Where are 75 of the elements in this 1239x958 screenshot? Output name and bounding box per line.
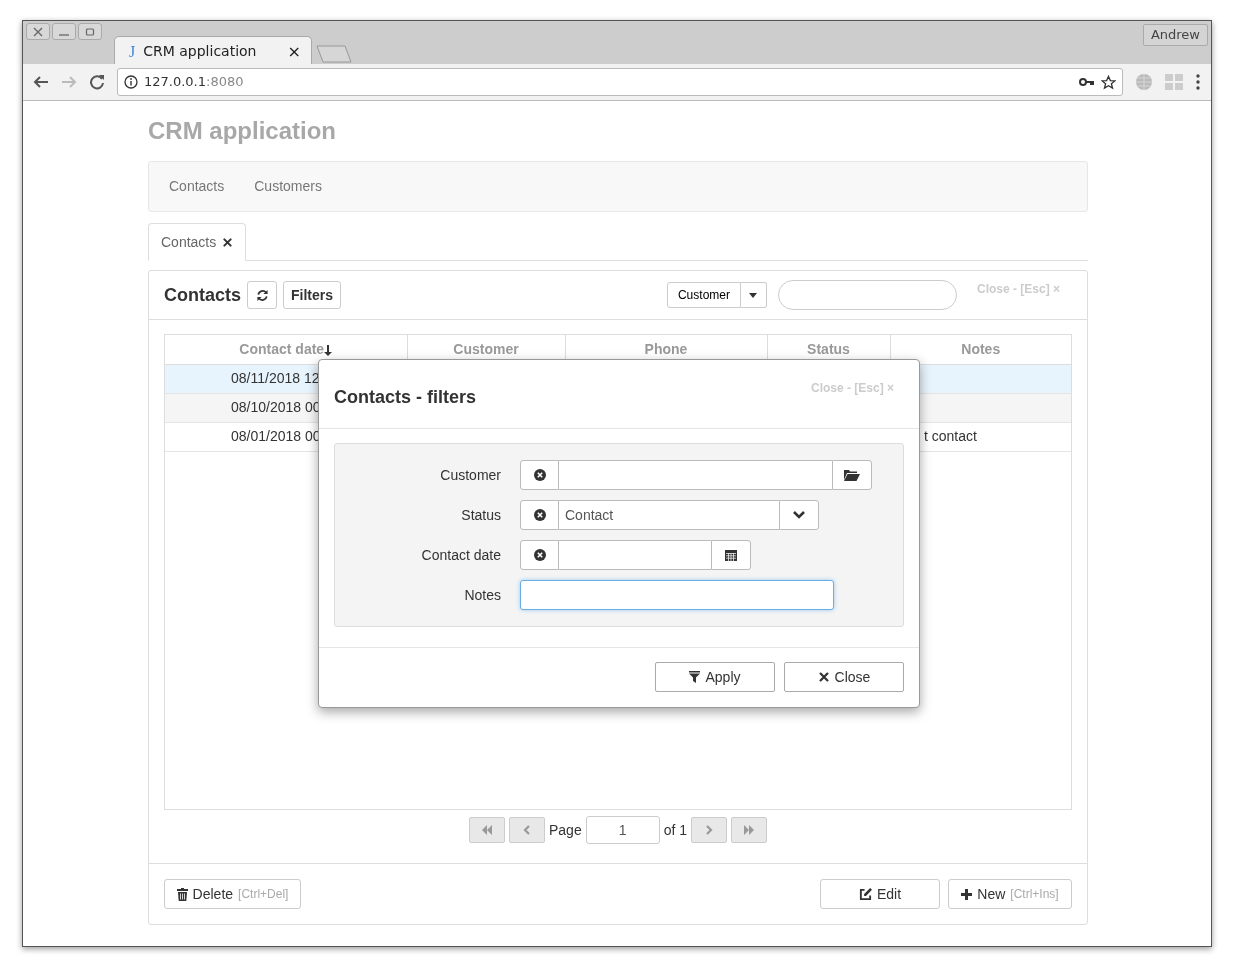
- clear-icon: [532, 548, 547, 562]
- caret-icon: [749, 292, 758, 298]
- page-label: Page: [548, 820, 582, 840]
- delete-button[interactable]: Delete [Ctrl+Del]: [164, 879, 301, 909]
- clear-icon: [532, 508, 547, 522]
- input-field[interactable]: Contact: [559, 500, 779, 530]
- address-bar[interactable]: 127.0.0.1:8080: [117, 68, 1123, 96]
- field-label: Contact date: [420, 545, 501, 565]
- chevron-down-icon: [793, 511, 805, 519]
- menu-icon[interactable]: [1195, 74, 1201, 90]
- tab-title: CRM application: [143, 42, 257, 61]
- trash-icon: [176, 887, 188, 901]
- panel-title: Contacts: [164, 283, 241, 307]
- close-icon: [33, 26, 43, 37]
- close-button[interactable]: Close: [784, 662, 904, 692]
- nav-link[interactable]: Contacts: [169, 176, 225, 197]
- edit-button[interactable]: Edit: [820, 879, 940, 909]
- filters-button[interactable]: Filters: [283, 281, 342, 309]
- window-minimize-button[interactable]: [52, 23, 76, 40]
- favicon: J: [129, 41, 136, 62]
- field-label: Customer: [439, 465, 501, 485]
- folder-icon: [844, 469, 860, 481]
- modal-title: Contacts - filters: [334, 386, 477, 409]
- key-icon[interactable]: [1079, 76, 1095, 88]
- refresh-button[interactable]: [247, 281, 277, 309]
- calendar-button[interactable]: [711, 540, 751, 570]
- first-page-button[interactable]: [468, 817, 505, 843]
- close-icon[interactable]: [222, 236, 234, 248]
- refresh-icon: [255, 288, 269, 302]
- filter-icon: [689, 671, 701, 683]
- last-page-button[interactable]: [731, 817, 768, 843]
- app-title: CRM application: [148, 116, 337, 146]
- first-page-icon: [480, 825, 493, 835]
- clear-button[interactable]: [520, 460, 559, 490]
- star-icon[interactable]: [1101, 74, 1116, 90]
- plus-icon: [961, 888, 973, 900]
- input-field[interactable]: [559, 460, 832, 490]
- reload-icon[interactable]: [89, 74, 105, 90]
- minimize-icon: [59, 34, 69, 36]
- info-icon: [124, 75, 138, 89]
- new-button[interactable]: New [Ctrl+Ins]: [948, 879, 1072, 909]
- clear-button[interactable]: [520, 540, 559, 570]
- calendar-icon: [725, 549, 737, 561]
- previous-page-button[interactable]: [508, 817, 545, 843]
- last-page-icon: [743, 825, 756, 835]
- search-scope-button[interactable]: Customer: [666, 282, 741, 308]
- edit-icon: [858, 887, 872, 901]
- browser-tab[interactable]: J CRM application ×: [114, 36, 312, 66]
- clear-button[interactable]: [520, 500, 559, 530]
- maximize-icon: [85, 26, 95, 37]
- next-page-button[interactable]: [691, 817, 728, 843]
- content-tab[interactable]: Contacts: [148, 223, 247, 261]
- dropdown-toggle-button[interactable]: [740, 282, 767, 308]
- apply-button[interactable]: Apply: [655, 662, 775, 692]
- dropdown-button[interactable]: [779, 500, 819, 530]
- page-number-field[interactable]: 1: [585, 816, 660, 844]
- input-field[interactable]: [520, 580, 834, 610]
- back-icon[interactable]: [33, 74, 49, 90]
- search-field[interactable]: [777, 280, 957, 310]
- window-close-button[interactable]: [26, 23, 50, 40]
- nav-link[interactable]: Customers: [254, 176, 322, 197]
- window-maximize-button[interactable]: [78, 23, 102, 40]
- clear-icon: [532, 468, 547, 482]
- field-label: Status: [460, 505, 501, 525]
- field-label: Notes: [463, 585, 501, 605]
- sort-descending-icon: [324, 344, 333, 356]
- table-cell: t contact: [924, 428, 977, 444]
- url-text: 127.0.0.1:8080: [144, 73, 244, 92]
- profile-name[interactable]: Andrew: [1142, 24, 1208, 46]
- close-icon: [817, 671, 830, 683]
- table-cell: 08/11/2018 12: [231, 370, 320, 386]
- tab-close-button[interactable]: ×: [287, 39, 301, 64]
- browse-button[interactable]: [832, 460, 872, 490]
- page-count: of 1: [663, 820, 688, 840]
- input-field[interactable]: [559, 540, 711, 570]
